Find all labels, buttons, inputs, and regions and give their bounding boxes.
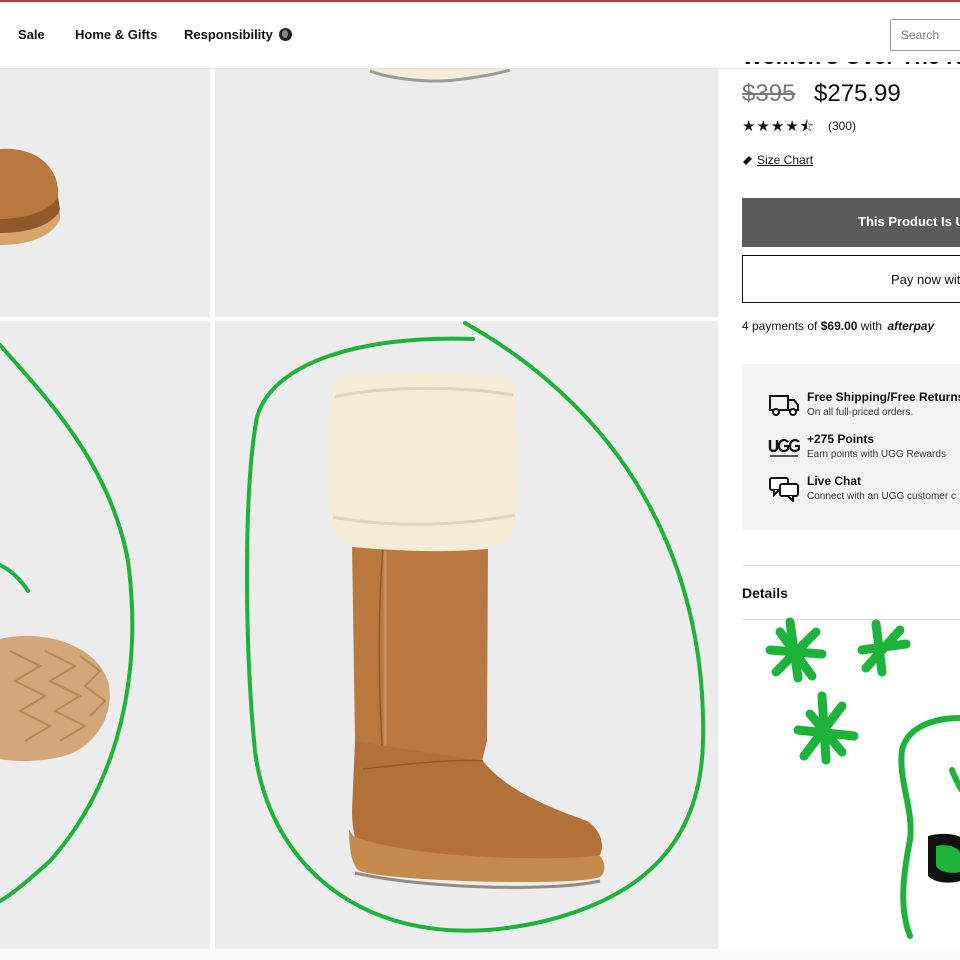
afterpay-logo[interactable]: afterpay: [887, 319, 934, 333]
perk-shipping-subtitle: On all full-priced orders.: [807, 407, 914, 418]
boot-cuff-image: [365, 69, 515, 83]
original-price: $395: [742, 80, 796, 107]
search-box[interactable]: [890, 19, 960, 51]
details-accordion[interactable]: Details: [742, 585, 788, 601]
pay-now-button[interactable]: Pay now wit: [742, 255, 960, 303]
divider: [742, 565, 960, 566]
gallery-image-main[interactable]: [215, 321, 718, 949]
perk-chat: Live Chat Connect with an UGG customer c: [768, 474, 956, 502]
rating-stars[interactable]: ★★★★⯪: [742, 116, 815, 141]
nav-home-gifts[interactable]: Home & Gifts: [75, 27, 157, 42]
gallery-image-top[interactable]: [215, 69, 718, 317]
boot-toe-image: [0, 148, 60, 245]
ugg-rewards-icon: [768, 439, 800, 457]
perk-rewards-subtitle: Earn points with UGG Rewards: [807, 449, 946, 460]
nav-responsibility-label: Responsibility: [184, 27, 273, 42]
boot-sole-image: [0, 343, 135, 903]
perk-shipping: Free Shipping/Free Returns On all full-p…: [768, 390, 960, 418]
afterpay-prefix: 4 payments of: [742, 319, 818, 333]
chat-icon: [769, 477, 799, 502]
gallery-image-side[interactable]: [0, 69, 210, 317]
divider: [742, 619, 960, 620]
product-gallery: [0, 69, 718, 949]
gallery-image-sole[interactable]: [0, 321, 210, 949]
nav-responsibility[interactable]: Responsibility: [184, 27, 292, 42]
review-count[interactable]: (300): [828, 119, 856, 133]
perks-box: Free Shipping/Free Returns On all full-p…: [742, 364, 960, 530]
perk-chat-subtitle: Connect with an UGG customer c: [807, 491, 956, 502]
bottom-edge: [0, 949, 960, 960]
size-chart-link[interactable]: Size Chart: [742, 153, 813, 167]
ruler-icon: [743, 156, 752, 165]
afterpay-message: 4 payments of $69.00 with afterpay: [742, 319, 934, 333]
truck-icon: [769, 395, 799, 416]
unavailable-button[interactable]: This Product Is Un: [742, 198, 960, 247]
afterpay-amount: $69.00: [820, 319, 858, 333]
nav-sale[interactable]: Sale: [18, 27, 45, 42]
globe-icon: [278, 28, 292, 41]
size-chart-label: Size Chart: [757, 153, 814, 167]
top-navigation: Sale Home & Gifts Responsibility: [0, 2, 960, 69]
perk-chat-title[interactable]: Live Chat: [807, 474, 956, 488]
perk-rewards-title: +275 Points: [807, 432, 875, 446]
search-input[interactable]: [901, 28, 960, 42]
perk-shipping-title: Free Shipping/Free Returns: [807, 390, 960, 404]
perk-rewards: +275 Points Earn points with UGG Rewards: [768, 432, 946, 460]
afterpay-suffix: with: [860, 319, 883, 333]
sale-price: $275.99: [814, 80, 901, 107]
tall-boot-image: [245, 321, 706, 933]
green-doodle-drawing: [765, 617, 960, 939]
